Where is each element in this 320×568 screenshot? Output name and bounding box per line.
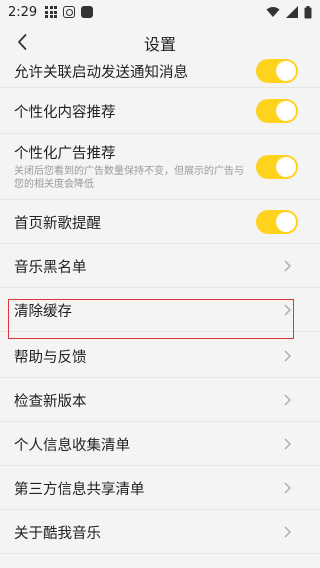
setting-label: 检查新版本	[14, 394, 87, 410]
notification-square-icon	[81, 6, 94, 18]
setting-third-party-share-list[interactable]: 第三方信息共享清单	[0, 466, 320, 510]
setting-about[interactable]: 关于酷我音乐	[0, 510, 320, 554]
apps-grid-icon	[45, 6, 58, 18]
signal-icon	[286, 6, 298, 18]
setting-label: 首页新歌提醒	[14, 216, 101, 232]
setting-label: 个性化内容推荐	[14, 105, 116, 121]
status-bar: 2:29	[0, 0, 320, 24]
setting-label: 个人信息收集清单	[14, 438, 130, 454]
notification-app-icon	[63, 6, 76, 18]
battery-icon	[304, 5, 312, 18]
personalized-ads-toggle[interactable]	[256, 155, 298, 179]
setting-music-blacklist[interactable]: 音乐黑名单	[0, 244, 320, 288]
chevron-right-icon	[284, 350, 292, 362]
page-title: 设置	[143, 35, 176, 54]
setting-label: 关于酷我音乐	[14, 526, 101, 542]
status-time: 2:29	[8, 4, 38, 20]
setting-help-feedback[interactable]: 帮助与反馈	[0, 332, 320, 378]
setting-label: 个性化广告推荐	[14, 146, 116, 162]
settings-screen: 2:29 设置 允许关联启动发送通知消息 个性化内容推荐 个性化广告推荐 关闭后…	[0, 0, 320, 568]
notify-linked-launch-toggle[interactable]	[256, 59, 298, 83]
setting-new-song-reminder: 首页新歌提醒	[0, 200, 320, 244]
setting-label: 清除缓存	[14, 304, 72, 320]
chevron-right-icon	[284, 260, 292, 272]
wifi-icon	[266, 7, 280, 17]
setting-label: 第三方信息共享清单	[14, 482, 145, 498]
chevron-right-icon	[284, 304, 292, 316]
settings-list: 允许关联启动发送通知消息 个性化内容推荐 个性化广告推荐 关闭后您看到的广告数量…	[0, 54, 320, 554]
setting-label: 帮助与反馈	[14, 350, 87, 366]
new-song-reminder-toggle[interactable]	[256, 210, 298, 234]
setting-description: 关闭后您看到的广告数量保持不变，但展示的广告与您的相关度会降低	[14, 166, 244, 190]
personalized-content-toggle[interactable]	[256, 99, 298, 123]
chevron-right-icon	[284, 394, 292, 406]
setting-personalized-content: 个性化内容推荐	[0, 88, 320, 134]
setting-label: 音乐黑名单	[14, 260, 87, 276]
setting-check-update[interactable]: 检查新版本	[0, 378, 320, 422]
chevron-right-icon	[284, 438, 292, 450]
setting-clear-cache[interactable]: 清除缓存	[0, 288, 320, 332]
setting-notify-linked-launch: 允许关联启动发送通知消息	[0, 54, 320, 88]
setting-label: 允许关联启动发送通知消息	[14, 65, 188, 81]
setting-personalized-ads: 个性化广告推荐 关闭后您看到的广告数量保持不变，但展示的广告与您的相关度会降低	[0, 134, 320, 200]
setting-personal-info-list[interactable]: 个人信息收集清单	[0, 422, 320, 466]
chevron-right-icon	[284, 482, 292, 494]
chevron-right-icon	[284, 526, 292, 538]
